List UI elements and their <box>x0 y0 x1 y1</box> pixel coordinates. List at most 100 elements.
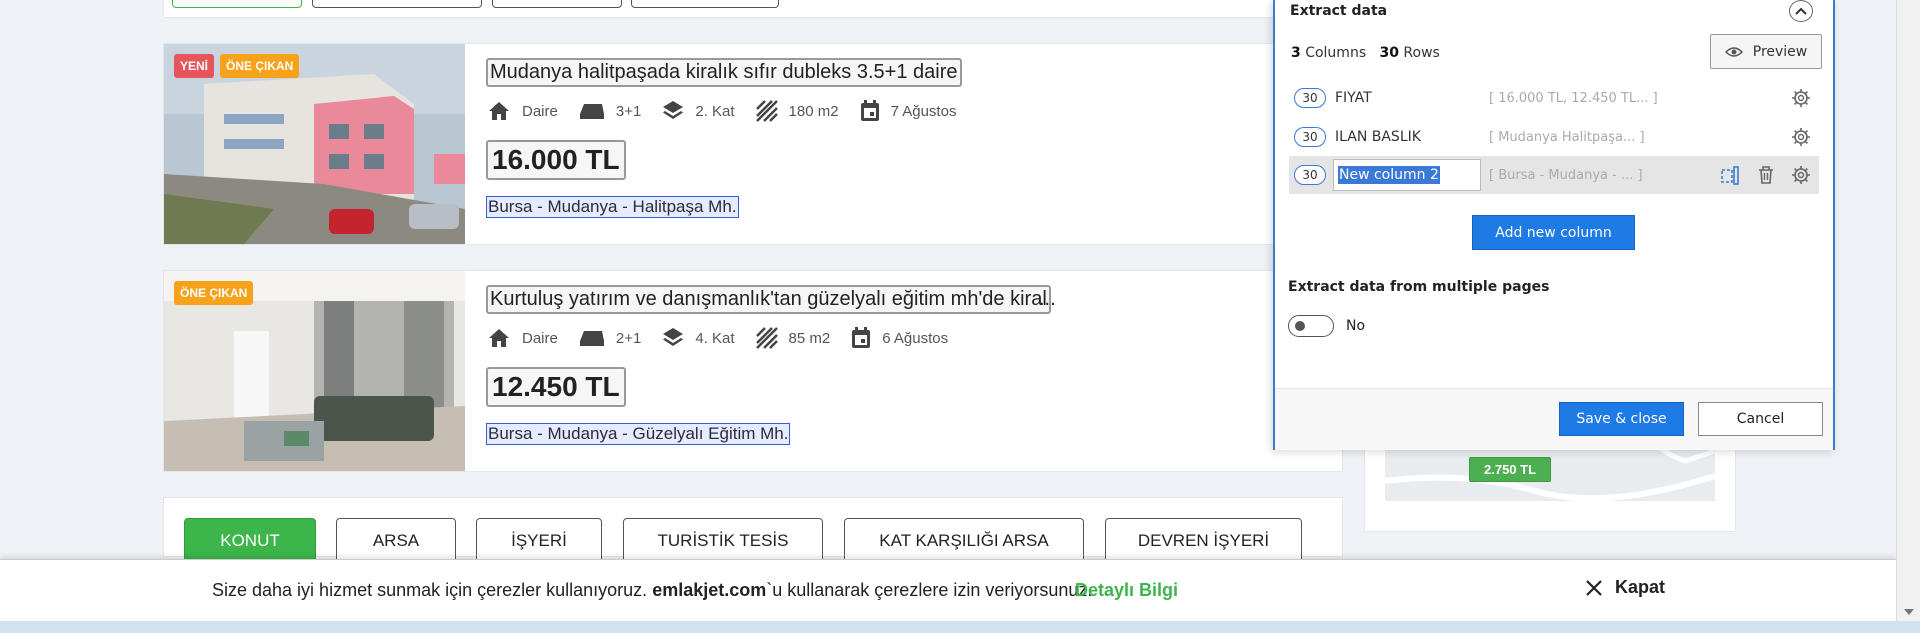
feature-type: Daire <box>486 326 558 350</box>
collapse-panel-button[interactable] <box>1789 0 1813 22</box>
preview-label: Preview <box>1752 43 1808 60</box>
column-count-pill: 30 <box>1294 127 1326 147</box>
columns-count-label: Columns <box>1305 45 1367 61</box>
column-row-new-column[interactable]: 30 New column 2 [ Bursa - Mudanya - ... … <box>1289 156 1819 194</box>
listing-photo[interactable]: YENİ ÖNE ÇIKAN <box>164 44 465 244</box>
listing-card[interactable]: ÖNE ÇIKAN Kurtuluş yatırım ve danışmanlı… <box>163 270 1343 472</box>
listing-features: Daire 3+1 2. Kat 180 m2 7 Ağustos <box>486 99 976 123</box>
listing-price[interactable]: 16.000 TL <box>486 140 626 180</box>
feature-floor: 4. Kat <box>661 326 735 350</box>
eye-icon <box>1724 46 1743 57</box>
category-tab-kat-karsiligi-arsa[interactable]: KAT KARŞILIĞI ARSA <box>844 518 1084 564</box>
listing-location[interactable]: Bursa - Mudanya - Halitpaşa Mh. <box>486 196 739 218</box>
feature-area: 180 m2 <box>755 99 839 123</box>
filter-chip[interactable] <box>172 0 302 8</box>
feature-floor-label: 4. Kat <box>695 329 735 347</box>
columns-count: 3 <box>1291 45 1301 61</box>
add-new-column-button[interactable]: Add new column <box>1472 215 1635 250</box>
badge-featured: ÖNE ÇIKAN <box>174 281 254 305</box>
area-icon <box>755 327 778 349</box>
badge-new: YENİ <box>174 54 215 78</box>
feature-area: 85 m2 <box>755 326 830 350</box>
listing-photo[interactable]: ÖNE ÇIKAN <box>164 271 465 471</box>
category-tab-devren-isyeri[interactable]: DEVREN İŞYERİ <box>1105 518 1302 564</box>
bed-icon <box>579 104 604 119</box>
scroll-down-arrow[interactable] <box>1904 609 1914 615</box>
listing-features: Daire 2+1 4. Kat 85 m2 6 Ağustos <box>486 326 968 350</box>
column-row-ilan-baslik[interactable]: 30 ILAN BASLIK [ Mudanya Halitpaşa... ] <box>1289 118 1819 156</box>
column-settings-button[interactable] <box>1791 127 1811 147</box>
column-delete-button[interactable] <box>1757 165 1775 185</box>
rows-count: 30 <box>1379 45 1399 61</box>
column-name[interactable]: ILAN BASLIK <box>1335 129 1421 145</box>
chevron-up-icon <box>1795 7 1807 15</box>
cookie-text-before: Size daha iyi hizmet sunmak için çerezle… <box>212 580 653 600</box>
gear-icon <box>1792 89 1810 107</box>
column-sample: [ Mudanya Halitpaşa... ] <box>1489 129 1645 145</box>
feature-rooms: 3+1 <box>578 100 641 122</box>
feature-date: 6 Ağustos <box>850 326 948 350</box>
listing-location[interactable]: Bursa - Mudanya - Güzelyalı Eğitim Mh. <box>486 423 791 445</box>
bottom-strip <box>0 621 1920 633</box>
panel-footer: Save & close Cancel <box>1275 388 1833 450</box>
column-settings-button[interactable] <box>1791 165 1811 185</box>
page-scrollbar[interactable] <box>1896 0 1920 621</box>
feature-type-label: Daire <box>522 329 558 347</box>
feature-date-label: 7 Ağustos <box>890 102 957 120</box>
listing-price[interactable]: 12.450 TL <box>486 367 626 407</box>
filter-chip[interactable] <box>312 0 482 8</box>
calendar-icon <box>852 327 871 348</box>
cancel-button[interactable]: Cancel <box>1698 402 1823 436</box>
cookie-close-button[interactable]: Kapat <box>1585 577 1665 598</box>
feature-floor: 2. Kat <box>661 99 735 123</box>
cookie-banner: Size daha iyi hizmet sunmak için çerezle… <box>0 559 1896 621</box>
filter-chip[interactable] <box>492 0 622 8</box>
column-settings-button[interactable] <box>1791 88 1811 108</box>
listing-badges: ÖNE ÇIKAN <box>174 281 254 305</box>
column-select-element-button[interactable] <box>1719 164 1741 186</box>
badge-featured: ÖNE ÇIKAN <box>220 54 300 78</box>
home-icon <box>489 329 509 347</box>
bed-icon <box>579 331 604 346</box>
multi-pages-label: Extract data from multiple pages <box>1288 279 1550 295</box>
save-close-button[interactable]: Save & close <box>1559 402 1684 436</box>
column-actions <box>1775 88 1811 108</box>
category-tab-arsa[interactable]: ARSA <box>336 518 456 564</box>
column-name[interactable]: FIYAT <box>1335 90 1372 106</box>
listing-title[interactable]: Kurtuluş yatırım ve danışmanlık'tan güze… <box>486 285 1051 314</box>
column-sample: [ 16.000 TL, 12.450 TL... ] <box>1489 90 1658 106</box>
feature-floor-label: 2. Kat <box>695 102 735 120</box>
feature-rooms-label: 3+1 <box>615 102 642 120</box>
feature-rooms-label: 2+1 <box>615 329 642 347</box>
preview-button[interactable]: Preview <box>1710 34 1822 69</box>
column-actions <box>1703 164 1811 186</box>
extract-data-panel: Extract data 3 Columns 30 Rows Preview 3… <box>1273 0 1835 450</box>
category-tab-turistik-tesis[interactable]: TURİSTİK TESİS <box>623 518 823 564</box>
home-icon <box>489 102 509 120</box>
column-sample: [ Bursa - Mudanya - ... ] <box>1489 167 1643 183</box>
category-tab-isyeri[interactable]: İŞYERİ <box>476 518 602 564</box>
feature-date: 7 Ağustos <box>859 99 957 123</box>
multi-pages-toggle[interactable] <box>1288 315 1334 337</box>
feature-type: Daire <box>486 99 558 123</box>
trash-icon <box>1759 166 1773 184</box>
cookie-close-label: Kapat <box>1615 577 1666 597</box>
feature-area-label: 180 m2 <box>788 102 839 120</box>
listing-card[interactable]: YENİ ÖNE ÇIKAN Mudanya halitpaşada kiral… <box>163 43 1343 245</box>
map-price-pin[interactable]: 2.750 TL <box>1469 457 1552 482</box>
select-element-icon <box>1721 166 1739 185</box>
cookie-text-after: `u kullanarak çerezlere izin veriyorsunu… <box>766 580 1093 600</box>
listing-title[interactable]: Mudanya halitpaşada kiralık sıfır dublek… <box>486 58 962 87</box>
close-icon <box>1586 579 1602 596</box>
calendar-icon <box>860 100 879 121</box>
column-actions <box>1775 127 1811 147</box>
category-bar: KONUT ARSA İŞYERİ TURİSTİK TESİS KAT KAR… <box>163 497 1343 564</box>
layers-icon <box>663 328 684 346</box>
feature-date-label: 6 Ağustos <box>882 329 949 347</box>
column-name-input[interactable]: New column 2 <box>1333 159 1481 191</box>
category-tab-konut[interactable]: KONUT <box>184 518 316 564</box>
cookie-more-info-link[interactable]: Detaylı Bilgi <box>1075 580 1178 601</box>
column-row-fiyat[interactable]: 30 FIYAT [ 16.000 TL, 12.450 TL... ] <box>1289 79 1819 117</box>
filter-chip[interactable] <box>631 0 779 8</box>
column-name-selected-text: New column 2 <box>1338 166 1440 184</box>
